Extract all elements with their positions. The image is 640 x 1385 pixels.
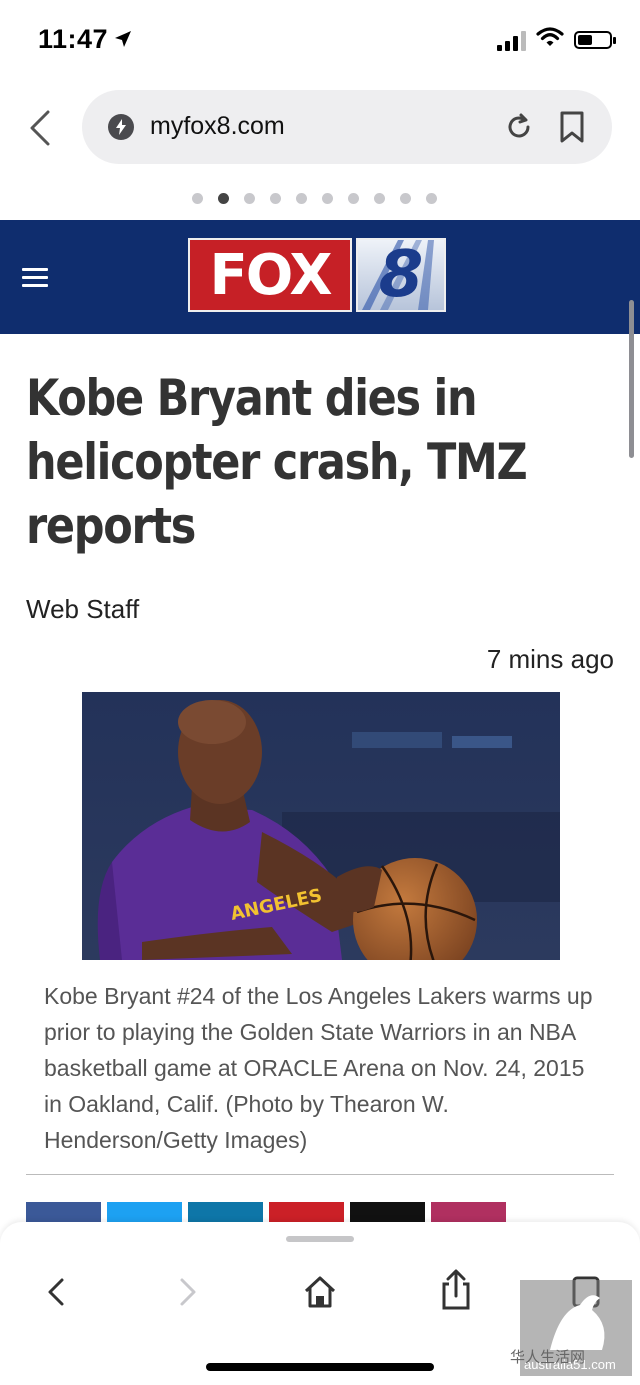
bookmark-icon[interactable] xyxy=(558,110,586,144)
photo-caption: Kobe Bryant #24 of the Los Angeles Laker… xyxy=(44,983,593,1153)
article-headline: Kobe Bryant dies in helicopter crash, TM… xyxy=(26,369,528,555)
status-time: 11:47 xyxy=(38,24,132,55)
site-header: FOX 8 xyxy=(0,220,640,334)
page-dot xyxy=(322,193,333,204)
wifi-icon xyxy=(536,26,564,53)
cellular-signal-icon xyxy=(497,29,526,51)
logo-fox-text: FOX xyxy=(188,238,352,312)
page-dot xyxy=(270,193,281,204)
page-dot xyxy=(192,193,203,204)
logo-8-text: 8 xyxy=(378,238,424,312)
reload-icon[interactable] xyxy=(504,112,534,142)
back-button[interactable] xyxy=(26,108,56,148)
back-nav-icon[interactable] xyxy=(38,1272,78,1312)
article-photo[interactable]: ANGELES xyxy=(82,692,560,960)
address-bar[interactable]: myfox8.com xyxy=(82,90,612,164)
article-byline[interactable]: Web Staff xyxy=(26,594,139,625)
page-indicator[interactable] xyxy=(192,193,437,204)
location-arrow-icon xyxy=(114,24,132,55)
hamburger-menu-icon[interactable] xyxy=(22,268,48,288)
page-dot xyxy=(400,193,411,204)
battery-icon xyxy=(574,30,616,49)
page-dot xyxy=(348,193,359,204)
scrollbar[interactable] xyxy=(629,300,634,458)
page-dot-active xyxy=(218,193,229,204)
home-indicator[interactable] xyxy=(206,1363,434,1371)
status-bar: 11:47 xyxy=(0,0,640,80)
toolbar-grabber[interactable] xyxy=(286,1236,354,1242)
watermark-cn-text: 华人生活网 xyxy=(510,1349,586,1366)
url-text: myfox8.com xyxy=(150,112,285,140)
page-dot xyxy=(296,193,307,204)
amp-lightning-icon xyxy=(108,114,134,140)
home-icon[interactable] xyxy=(300,1272,340,1312)
page-dot xyxy=(426,193,437,204)
divider xyxy=(26,1174,614,1175)
fox8-logo[interactable]: FOX 8 xyxy=(188,238,446,312)
article-timestamp: 7 mins ago xyxy=(486,644,614,674)
share-icon[interactable] xyxy=(436,1268,476,1310)
page-dot xyxy=(374,193,385,204)
logo-8-box: 8 xyxy=(356,238,446,312)
forward-nav-icon[interactable] xyxy=(166,1272,206,1312)
page-dot xyxy=(244,193,255,204)
